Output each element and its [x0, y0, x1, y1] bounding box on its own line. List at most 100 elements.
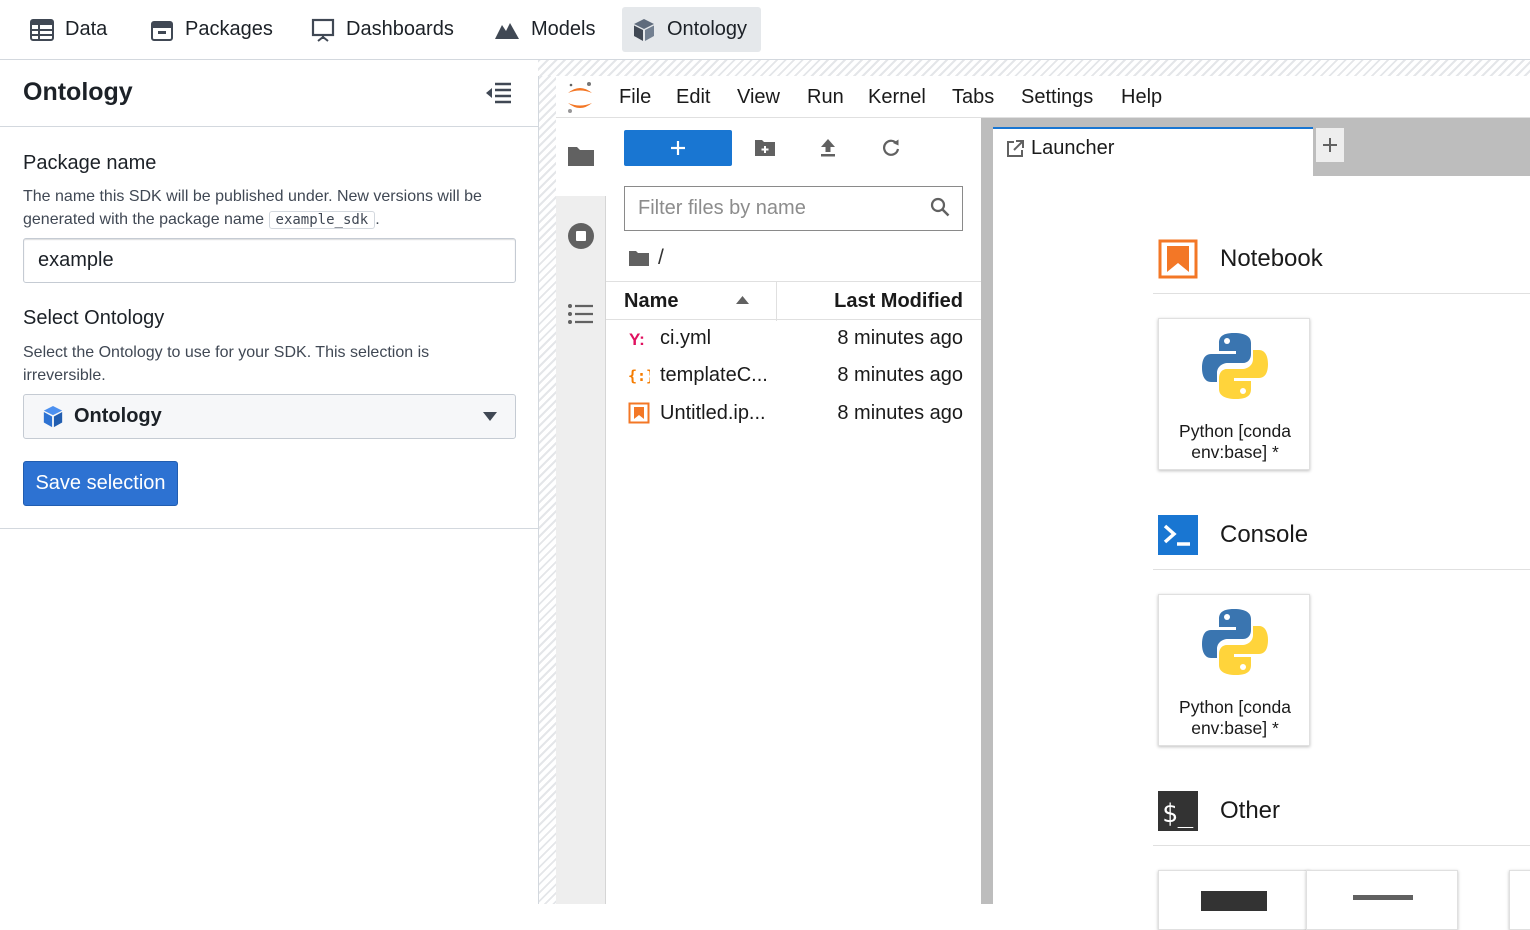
notebook-section-title: Notebook	[1220, 245, 1323, 272]
terminal-card[interactable]	[1158, 870, 1310, 930]
file-name: templateC...	[660, 364, 768, 386]
menu-tabs[interactable]: Tabs	[952, 86, 994, 109]
nav-tab-dashboards[interactable]: Dashboards	[301, 7, 468, 52]
upload-icon[interactable]	[819, 138, 837, 158]
menu-help[interactable]: Help	[1121, 86, 1162, 109]
package-icon	[151, 20, 173, 41]
svg-text:Y:: Y:	[629, 330, 645, 349]
python-logo-icon	[1202, 333, 1268, 399]
caret-down-icon	[483, 412, 497, 421]
save-selection-button[interactable]: Save selection	[23, 461, 178, 506]
kernel-label-line-2: env:base] *	[1191, 442, 1279, 462]
nav-tab-label: Dashboards	[346, 18, 454, 40]
running-stop-icon[interactable]	[567, 222, 595, 250]
markdown-file-card[interactable]	[1509, 870, 1530, 930]
section-divider	[1153, 293, 1530, 294]
nav-tab-models[interactable]: Models	[484, 7, 609, 52]
file-browser: / Name Last Modified Y: ci.yml 8 minutes…	[606, 118, 981, 904]
text-file-card[interactable]	[1306, 870, 1458, 930]
jupyter-menubar: File Edit View Run Kernel Tabs Settings …	[556, 76, 1530, 118]
table-icon	[30, 18, 54, 41]
other-section-title: Other	[1220, 797, 1281, 824]
panel-title: Ontology	[23, 78, 133, 106]
notebook-section-icon	[1158, 239, 1198, 279]
panel-header: Ontology	[0, 60, 538, 127]
launcher-panel: Notebook Python [conda env:base] * Conso…	[993, 176, 1530, 930]
kernel-label-line-2: env:base] *	[1191, 718, 1279, 738]
nav-tab-label: Ontology	[667, 18, 748, 40]
console-kernel-card[interactable]: Python [conda env:base] *	[1158, 594, 1310, 746]
new-launcher-button[interactable]	[624, 130, 732, 166]
kernel-label-line-1: Python [conda	[1179, 697, 1291, 717]
plus-icon	[671, 141, 685, 155]
package-name-help: The name this SDK will be published unde…	[23, 185, 523, 232]
folder-icon[interactable]	[567, 144, 595, 168]
nav-tab-data[interactable]: Data	[20, 7, 121, 52]
main-area-splitter[interactable]	[981, 118, 993, 904]
notebook-kernel-card[interactable]: Python [conda env:base] *	[1158, 318, 1310, 470]
menu-file[interactable]: File	[619, 86, 651, 109]
yaml-icon: Y:	[629, 330, 645, 349]
launch-icon	[1007, 140, 1024, 157]
nav-tab-label: Data	[65, 18, 108, 40]
collapse-panel-icon[interactable]	[484, 80, 514, 106]
console-section-title: Console	[1220, 521, 1309, 548]
sdk-settings-panel: Ontology Package name The name this SDK …	[0, 60, 538, 904]
menu-run[interactable]: Run	[807, 86, 844, 109]
file-row[interactable]: Y: ci.yml 8 minutes ago	[606, 320, 981, 357]
section-divider	[1153, 569, 1530, 570]
table-of-contents-icon[interactable]	[567, 302, 595, 326]
mountain-icon	[495, 22, 519, 39]
presentation-icon	[311, 18, 335, 42]
file-name: ci.yml	[660, 327, 712, 349]
jupyter-logo-icon	[568, 82, 592, 113]
file-list-header: Name Last Modified	[606, 281, 981, 321]
tab-launcher[interactable]: Launcher	[993, 127, 1313, 176]
file-row[interactable]: Untitled.ip... 8 minutes ago	[606, 395, 981, 432]
add-tab-button[interactable]	[1315, 127, 1345, 163]
jupyter-sidebar	[556, 118, 606, 904]
terminal-section-icon: $_	[1158, 791, 1198, 831]
package-help-code: example_sdk	[268, 211, 376, 229]
nav-tab-label: Packages	[185, 18, 273, 40]
menu-view[interactable]: View	[737, 86, 780, 109]
package-name-input[interactable]	[23, 238, 516, 283]
tab-title: Launcher	[1031, 137, 1115, 159]
notebook-icon	[628, 402, 650, 424]
menu-settings[interactable]: Settings	[1021, 86, 1093, 109]
menu-kernel[interactable]: Kernel	[868, 86, 926, 109]
select-ontology-help: Select the Ontology to use for your SDK.…	[23, 344, 430, 384]
python-logo-icon	[1202, 609, 1268, 675]
ontology-select[interactable]: Ontology	[23, 394, 516, 439]
file-row[interactable]: {:} templateC... 8 minutes ago	[606, 357, 981, 394]
top-hatch	[538, 60, 1530, 76]
search-icon	[930, 197, 950, 217]
column-name-header[interactable]: Name	[624, 290, 678, 313]
new-folder-icon[interactable]	[754, 138, 776, 158]
select-ontology-label: Select Ontology	[23, 307, 165, 329]
filter-files-input[interactable]	[624, 186, 963, 231]
plus-icon	[1323, 138, 1337, 152]
kernel-label: Python [conda env:base] *	[1159, 697, 1311, 739]
kernel-label: Python [conda env:base] *	[1159, 421, 1311, 463]
cube-icon	[634, 18, 654, 41]
nav-tab-packages[interactable]: Packages	[140, 7, 287, 52]
sort-ascending-icon	[736, 296, 749, 304]
package-help-suffix: .	[375, 211, 380, 228]
document-tab-bar: Launcher	[993, 118, 1530, 176]
breadcrumb-path: /	[658, 246, 664, 269]
menu-edit[interactable]: Edit	[676, 86, 710, 109]
refresh-icon[interactable]	[881, 138, 901, 158]
panel-resize-handle[interactable]	[538, 60, 556, 904]
file-name: Untitled.ip...	[660, 402, 766, 424]
column-modified-header[interactable]: Last Modified	[834, 290, 963, 313]
breadcrumb[interactable]: /	[628, 246, 664, 270]
package-help-text: The name this SDK will be published unde…	[23, 188, 482, 228]
text-file-icon	[1353, 895, 1413, 900]
nav-tab-ontology[interactable]: Ontology	[622, 7, 762, 52]
ontology-select-value: Ontology	[74, 405, 162, 427]
kernel-label-line-1: Python [conda	[1179, 421, 1291, 441]
svg-text:$_: $_	[1162, 799, 1194, 829]
section-divider	[1153, 845, 1530, 846]
terminal-icon	[1201, 891, 1267, 911]
